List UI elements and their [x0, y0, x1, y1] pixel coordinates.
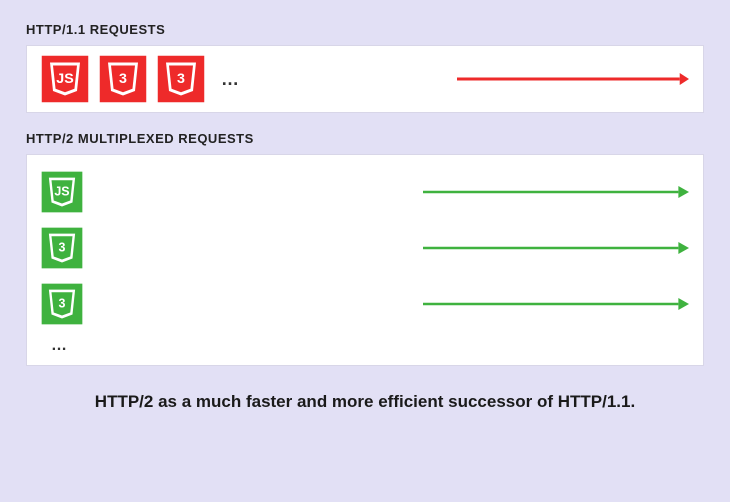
svg-text:JS: JS [54, 184, 69, 198]
svg-text:3: 3 [177, 71, 185, 87]
ellipsis: … [215, 69, 247, 90]
http2-row: 3 [41, 225, 689, 271]
ellipsis: … [41, 337, 689, 355]
http2-row: 3 [41, 281, 689, 327]
parallel-arrow-icon [423, 241, 689, 255]
svg-text:3: 3 [59, 240, 66, 254]
http2-title: HTTP/2 MULTIPLEXED REQUESTS [26, 131, 704, 146]
http2-row: JS [41, 169, 689, 215]
js-shield-icon: JS [41, 55, 89, 103]
js-shield-icon: JS [41, 171, 83, 213]
svg-text:3: 3 [59, 296, 66, 310]
serial-arrow-icon [457, 72, 689, 86]
caption: HTTP/2 as a much faster and more efficie… [26, 384, 704, 415]
http1-title: HTTP/1.1 REQUESTS [26, 22, 704, 37]
svg-text:3: 3 [119, 71, 127, 87]
svg-text:JS: JS [56, 71, 73, 87]
parallel-arrow-icon [423, 185, 689, 199]
css3-shield-icon: 3 [41, 283, 83, 325]
http2-panel: JS 3 3 … [26, 154, 704, 366]
parallel-arrow-icon [423, 297, 689, 311]
http1-panel: JS 3 3 … [26, 45, 704, 113]
css3-shield-icon: 3 [157, 55, 205, 103]
css3-shield-icon: 3 [41, 227, 83, 269]
css3-shield-icon: 3 [99, 55, 147, 103]
